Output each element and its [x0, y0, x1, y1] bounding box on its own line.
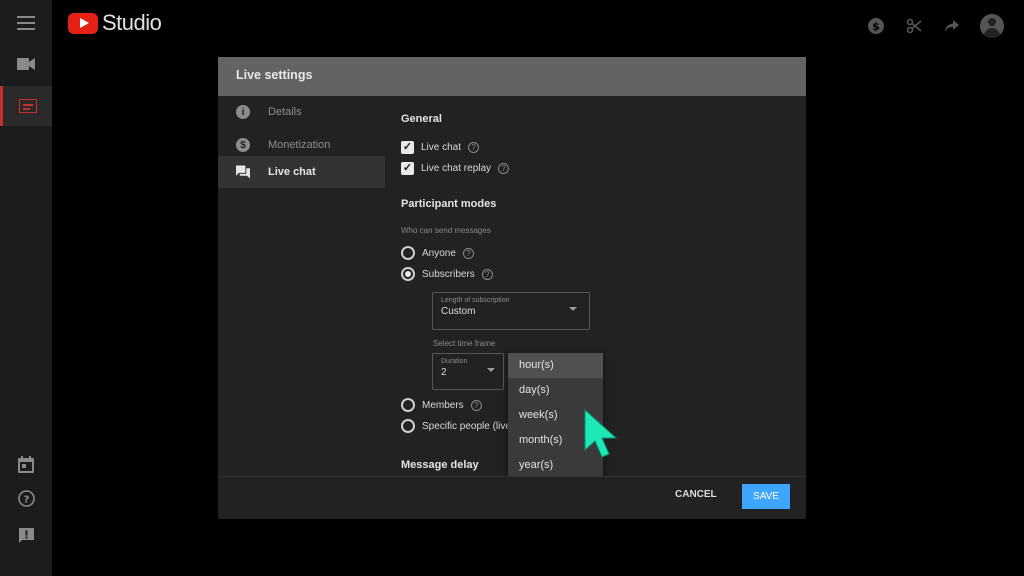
help-icon[interactable]: ? — [498, 163, 510, 174]
subscription-length-value: Custom — [441, 306, 476, 317]
subscription-length-select[interactable]: Length of subscription Custom — [432, 292, 590, 330]
nav-item-label: Live chat — [268, 166, 316, 178]
share-icon[interactable] — [942, 16, 962, 36]
youtube-play-icon — [68, 12, 98, 34]
nav-item-label: Monetization — [268, 139, 331, 151]
chevron-down-icon — [487, 368, 495, 372]
help-icon[interactable]: ? — [468, 142, 480, 153]
specific-people-radio[interactable] — [401, 419, 415, 433]
dollar-icon: $ — [236, 138, 250, 152]
cancel-button[interactable]: CANCEL — [675, 489, 717, 500]
left-rail: ? — [0, 0, 52, 576]
duration-select[interactable]: Duration 2 — [432, 353, 504, 390]
feedback-icon[interactable] — [0, 515, 52, 555]
specific-people-label: Specific people (live — [422, 420, 511, 432]
live-chat-option: ✓ Live chat ? — [401, 141, 480, 154]
dollar-icon[interactable]: $ — [866, 16, 886, 36]
anyone-radio[interactable] — [401, 246, 415, 260]
specific-people-option: Specific people (live — [401, 419, 511, 433]
nav-item-details[interactable]: i Details — [218, 96, 385, 128]
live-chat-replay-option: ✓ Live chat replay ? — [401, 162, 510, 175]
section-title-general: General — [401, 113, 442, 125]
time-frame-hint: Select time frame — [433, 339, 496, 348]
subscribers-label: Subscribers — [422, 268, 475, 280]
nav-item-live-chat[interactable]: Live chat — [218, 156, 385, 188]
video-icon[interactable] — [0, 44, 52, 84]
mouse-cursor-icon — [582, 408, 622, 465]
section-title-message-delay: Message delay — [401, 459, 479, 471]
subscribers-radio[interactable] — [401, 267, 415, 281]
section-title-participant-modes: Participant modes — [401, 198, 497, 210]
help-icon[interactable]: ? — [481, 268, 493, 280]
scissors-icon[interactable] — [904, 16, 924, 36]
help-icon[interactable]: ? — [0, 478, 52, 518]
studio-logo[interactable]: Studio — [68, 10, 162, 36]
members-option: Members ? — [401, 398, 482, 412]
menu-item-hours[interactable]: hour(s) — [508, 353, 603, 378]
menu-item-days[interactable]: day(s) — [508, 378, 603, 403]
info-icon: i — [236, 105, 250, 119]
save-button[interactable]: SAVE — [742, 484, 790, 509]
who-can-send-hint: Who can send messages — [401, 226, 491, 235]
duration-label: Duration — [441, 358, 468, 365]
menu-icon[interactable] — [0, 3, 52, 43]
chevron-down-icon — [569, 307, 577, 311]
help-icon[interactable]: ? — [470, 399, 482, 411]
subscription-length-label: Length of subscription — [441, 297, 510, 304]
dialog-footer: CANCEL SAVE — [218, 476, 806, 519]
anyone-label: Anyone — [422, 247, 456, 259]
live-chat-checkbox[interactable]: ✓ — [401, 141, 414, 154]
account-icon[interactable] — [980, 14, 1004, 38]
svg-text:?: ? — [23, 494, 29, 505]
live-chat-replay-label: Live chat replay — [421, 163, 492, 174]
live-chat-replay-checkbox[interactable]: ✓ — [401, 162, 414, 175]
live-settings-dialog: Live settings i Details $ Monetization L… — [218, 57, 806, 519]
dialog-nav: i Details $ Monetization Live chat — [218, 96, 385, 476]
anyone-option: Anyone ? — [401, 246, 474, 260]
help-icon[interactable]: ? — [462, 247, 474, 259]
subscribers-option: Subscribers ? — [401, 267, 493, 281]
dialog-title: Live settings — [218, 57, 806, 96]
members-label: Members — [422, 399, 464, 411]
logo-text: Studio — [102, 10, 162, 35]
chat-icon — [236, 165, 250, 179]
live-icon[interactable] — [0, 86, 52, 126]
members-radio[interactable] — [401, 398, 415, 412]
svg-text:$: $ — [872, 20, 880, 33]
live-chat-label: Live chat — [421, 142, 462, 153]
nav-item-label: Details — [268, 106, 302, 118]
